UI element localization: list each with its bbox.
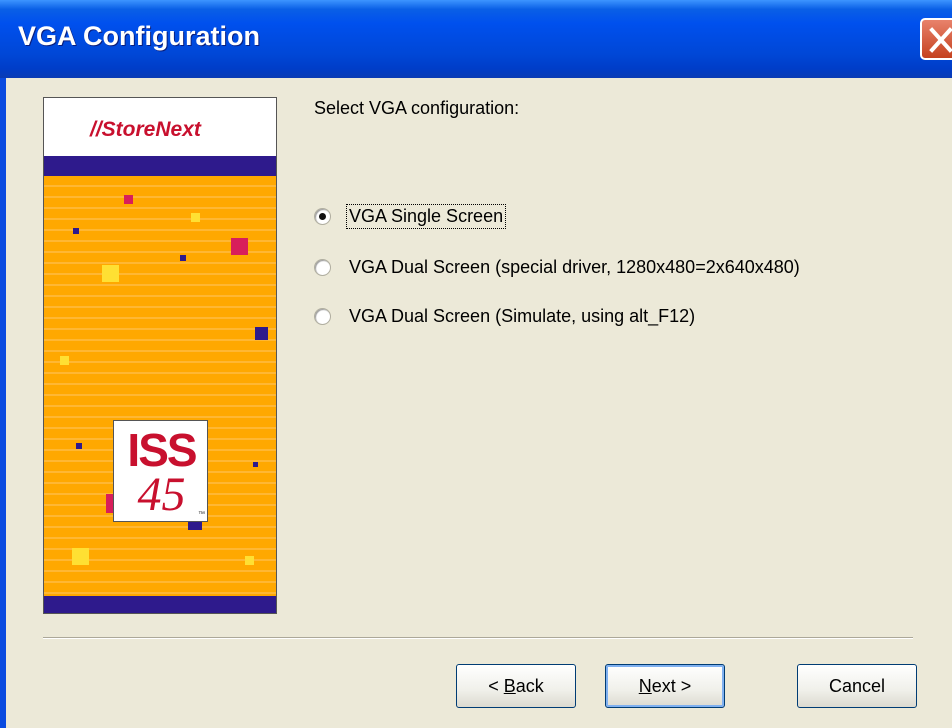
banner-band-top: [44, 156, 276, 176]
window-title: VGA Configuration: [18, 21, 260, 51]
trademark-mark: ™: [198, 511, 205, 518]
banner-orange-area: [44, 176, 276, 596]
next-button-label: ext >: [651, 676, 692, 696]
decor-square: [72, 548, 89, 565]
decor-square: [231, 238, 248, 255]
back-button-accel: B: [503, 676, 516, 696]
footer-separator: [43, 637, 913, 639]
decor-square: [253, 462, 258, 467]
logo-mark-icon: //: [90, 118, 102, 141]
wizard-window: VGA Configuration //StoreNext ISS 45 ™ S…: [0, 0, 952, 728]
decor-square: [180, 255, 186, 261]
decor-square: [191, 213, 200, 222]
title-bar[interactable]: VGA Configuration: [0, 0, 952, 78]
radio-option-label[interactable]: VGA Dual Screen (Simulate, using alt_F12…: [347, 305, 697, 328]
close-icon: [929, 27, 952, 53]
radio-button[interactable]: [314, 258, 331, 276]
radio-option-label[interactable]: VGA Dual Screen (special driver, 1280x48…: [347, 256, 802, 279]
decor-square: [76, 443, 82, 449]
decor-square: [102, 265, 119, 282]
cancel-button-label: Cancel: [828, 676, 886, 696]
config-prompt: Select VGA configuration:: [314, 98, 520, 118]
window-frame-left: [0, 78, 6, 728]
cancel-button[interactable]: Cancel: [797, 664, 917, 708]
storenext-logo: //StoreNext: [90, 118, 201, 141]
iss45-product-logo: ISS 45 ™: [113, 420, 208, 522]
product-logo-line2: 45: [137, 468, 186, 521]
back-button-prefix: <: [488, 676, 504, 696]
decor-square: [73, 228, 79, 234]
radio-option-dual-screen-driver[interactable]: VGA Dual Screen (special driver, 1280x48…: [314, 254, 802, 280]
decor-square: [124, 195, 133, 204]
radio-button-selected[interactable]: [314, 207, 331, 225]
radio-option-dual-screen-simulate[interactable]: VGA Dual Screen (Simulate, using alt_F12…: [314, 303, 697, 329]
decor-square: [255, 327, 268, 340]
side-banner: //StoreNext ISS 45 ™: [43, 97, 277, 614]
back-button-label: ack: [515, 676, 544, 696]
decor-square: [60, 356, 69, 365]
decor-square: [245, 556, 254, 565]
close-button[interactable]: [920, 18, 952, 60]
next-button[interactable]: Next >: [605, 664, 725, 708]
radio-option-single-screen[interactable]: VGA Single Screen: [314, 203, 507, 229]
next-button-accel: N: [638, 676, 652, 696]
radio-option-label[interactable]: VGA Single Screen: [345, 203, 507, 229]
radio-button[interactable]: [314, 307, 331, 325]
back-button[interactable]: < Back: [456, 664, 576, 708]
banner-band-bottom: [44, 596, 276, 613]
